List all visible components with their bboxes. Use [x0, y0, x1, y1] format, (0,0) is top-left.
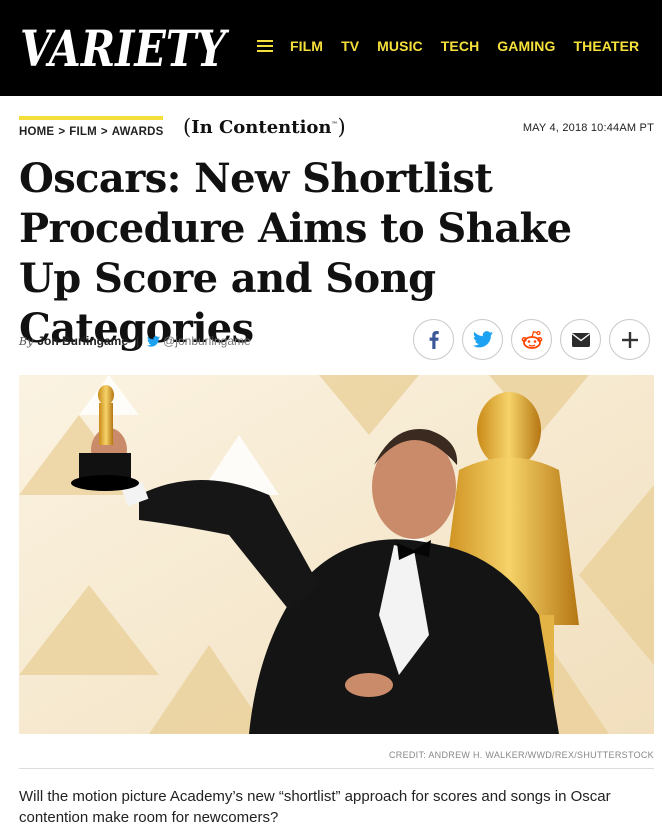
- share-more-button[interactable]: [609, 319, 650, 360]
- breadcrumb-awards[interactable]: AWARDS: [112, 126, 164, 138]
- hero-photo: [19, 375, 654, 734]
- breadcrumb-separator: >: [100, 126, 108, 138]
- nav-film[interactable]: FILM: [290, 38, 323, 54]
- breadcrumb-home[interactable]: HOME: [19, 126, 54, 138]
- photo-credit: CREDIT: ANDREW H. WALKER/WWD/REX/SHUTTER…: [388, 750, 654, 760]
- nav-gaming[interactable]: GAMING: [497, 38, 555, 54]
- article-lede: Will the motion picture Academy’s new “s…: [19, 788, 611, 826]
- plus-icon: [621, 331, 638, 348]
- author-link[interactable]: Jon Burlingame: [37, 334, 128, 348]
- nav-theater[interactable]: THEATER: [573, 38, 639, 54]
- share-email-button[interactable]: [560, 319, 601, 360]
- variety-logo[interactable]: VARIETY: [18, 14, 230, 78]
- byline: By Jon Burlingame | @jonburlingame: [19, 334, 251, 348]
- breadcrumb-accent-rule: [19, 116, 163, 120]
- twitter-icon: [147, 335, 161, 347]
- byline-separator: |: [136, 334, 140, 348]
- share-bar: [413, 319, 650, 360]
- site-header: VARIETY FILM TV MUSIC TECH GAMING THEATE…: [0, 0, 662, 96]
- main-nav: FILM TV MUSIC TECH GAMING THEATER: [290, 38, 639, 54]
- oscar-winner-photo: [19, 375, 654, 734]
- author-twitter-handle[interactable]: @jonburlingame: [163, 334, 251, 348]
- breadcrumb-separator: >: [58, 126, 66, 138]
- nav-music[interactable]: MUSIC: [377, 38, 423, 54]
- menu-icon[interactable]: [257, 40, 273, 52]
- column-name: In Contention: [191, 117, 332, 138]
- publish-date: MAY 4, 2018 10:44AM PT: [522, 122, 654, 134]
- breadcrumb: HOME > FILM > AWARDS: [19, 126, 163, 138]
- twitter-icon: [472, 331, 493, 348]
- svg-text:VARIETY: VARIETY: [20, 19, 230, 78]
- reddit-icon: [521, 330, 542, 349]
- email-icon: [571, 332, 590, 347]
- share-facebook-button[interactable]: [413, 319, 454, 360]
- byline-prefix: By: [19, 334, 34, 348]
- nav-tv[interactable]: TV: [341, 38, 359, 54]
- credit-divider: [19, 768, 654, 769]
- facebook-icon: [429, 330, 439, 349]
- share-reddit-button[interactable]: [511, 319, 552, 360]
- share-twitter-button[interactable]: [462, 319, 503, 360]
- in-contention-badge[interactable]: (In Contention™): [183, 114, 346, 139]
- trademark-mark: ™: [331, 121, 338, 128]
- breadcrumb-film[interactable]: FILM: [69, 126, 97, 138]
- nav-tech[interactable]: TECH: [441, 38, 480, 54]
